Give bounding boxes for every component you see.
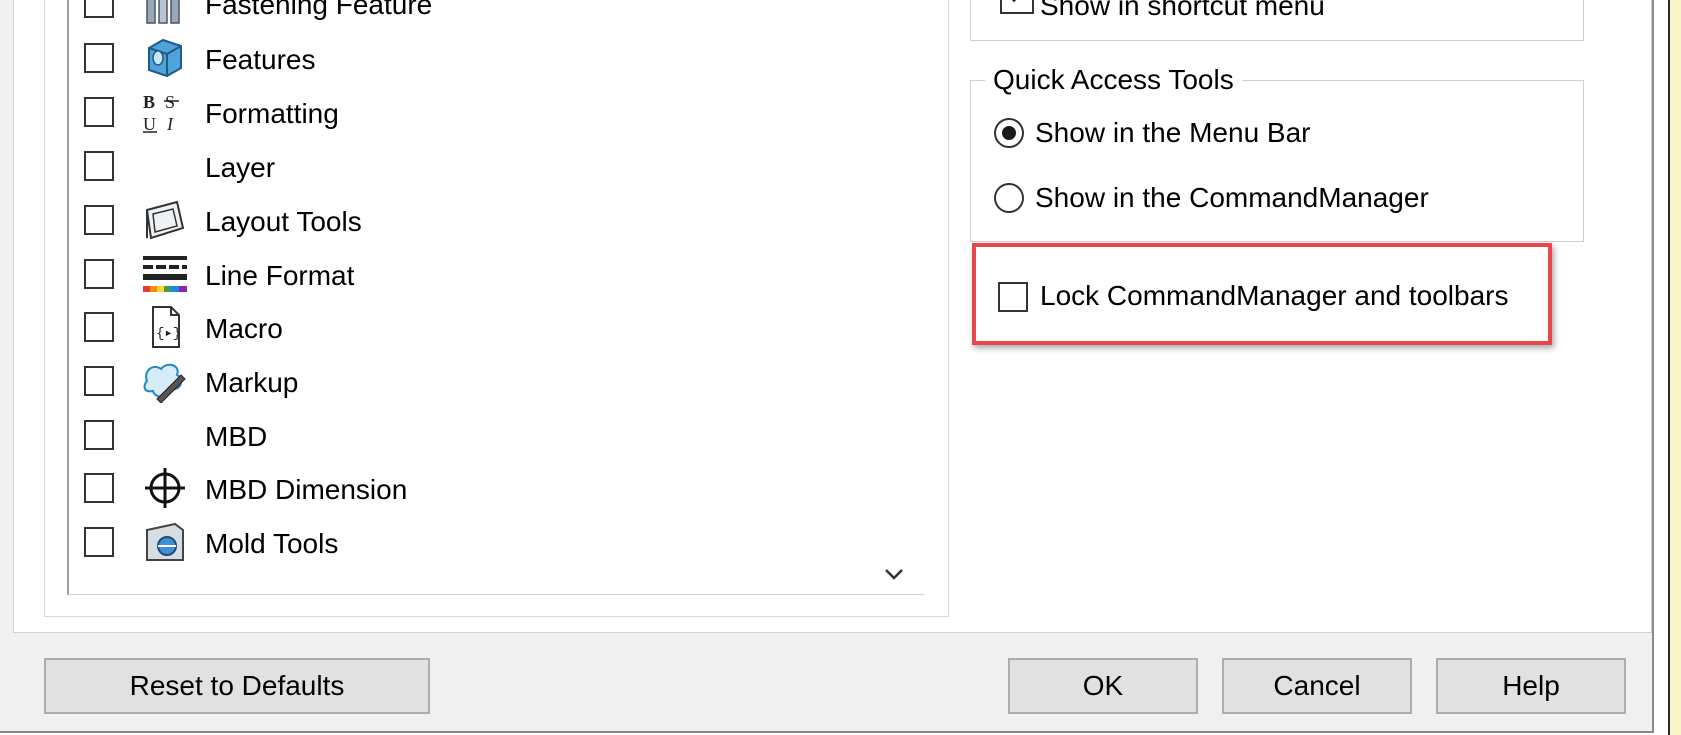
line-format-icon <box>143 256 187 292</box>
radio-label-menu-bar: Show in the Menu Bar <box>1035 117 1311 148</box>
scroll-down-icon[interactable] <box>880 560 908 588</box>
toolbar-item-mbd-dimension[interactable]: MBD Dimension <box>69 463 869 513</box>
reset-to-defaults-button[interactable]: Reset to Defaults <box>44 658 430 714</box>
toolbar-item-mbd[interactable]: MBD <box>69 410 869 460</box>
toolbar-checkbox[interactable] <box>84 527 114 557</box>
layout-tools-icon <box>145 200 185 240</box>
toolbar-item-macro[interactable]: {▸} Macro <box>69 302 869 352</box>
checkmark-icon <box>1012 0 1017 3</box>
toolbar-item-label: Layout Tools <box>205 206 362 237</box>
toolbar-item-label: Layer <box>205 152 276 183</box>
svg-text:{▸}: {▸} <box>156 326 181 342</box>
radio-label-commandmanager: Show in the CommandManager <box>1035 182 1429 213</box>
ok-button[interactable]: OK <box>1008 658 1198 714</box>
toolbar-item-features[interactable]: Features <box>69 33 869 83</box>
toolbar-item-layout-tools[interactable]: Layout Tools <box>69 195 869 245</box>
toolbar-checkbox[interactable] <box>84 205 114 235</box>
mold-tools-icon <box>146 522 184 561</box>
svg-text:U: U <box>143 114 156 134</box>
toolbar-item-label: MBD Dimension <box>205 474 408 505</box>
toolbar-checkbox[interactable] <box>84 366 114 396</box>
shortcut-menu-label: Show in shortcut menu <box>1040 0 1325 21</box>
quick-access-tools-group <box>970 80 1584 242</box>
lock-commandmanager-label: Lock CommandManager and toolbars <box>1040 280 1509 311</box>
toolbar-item-label: Macro <box>205 313 283 344</box>
toolbar-item-label: MBD <box>205 421 268 452</box>
mbd-dimension-icon <box>145 468 185 508</box>
radio-show-in-commandmanager[interactable] <box>994 183 1024 213</box>
toolbar-item-formatting[interactable]: B S U I Formatting <box>69 87 869 137</box>
toolbar-checkbox[interactable] <box>84 0 114 18</box>
toolbar-checkbox[interactable] <box>84 97 114 127</box>
svg-text:I: I <box>166 114 174 134</box>
shortcut-menu-checkbox[interactable] <box>1000 0 1034 14</box>
background-window-edge <box>1668 0 1681 735</box>
toolbar-item-label: Formatting <box>205 98 339 129</box>
macro-icon: {▸} <box>152 306 181 348</box>
svg-text:S: S <box>165 92 175 112</box>
toolbar-item-markup[interactable]: Markup <box>69 356 869 406</box>
toolbar-checkbox[interactable] <box>84 259 114 289</box>
radio-show-in-menu-bar[interactable] <box>994 118 1024 148</box>
quick-access-tools-legend: Quick Access Tools <box>985 64 1242 96</box>
toolbar-item-label: Markup <box>205 367 299 398</box>
cancel-button[interactable]: Cancel <box>1222 658 1412 714</box>
toolbar-item-label: Fastening Feature <box>205 0 433 20</box>
toolbar-item-fastening-feature[interactable]: Fastening Feature <box>69 0 869 28</box>
toolbar-item-layer[interactable]: Layer <box>69 141 869 191</box>
lock-commandmanager-checkbox[interactable] <box>998 282 1028 312</box>
toolbar-item-label: Features <box>205 44 316 75</box>
toolbar-item-mold-tools[interactable]: Mold Tools <box>69 517 869 567</box>
features-icon <box>148 38 182 78</box>
toolbar-item-label: Line Format <box>205 260 355 291</box>
fastening-feature-icon <box>146 0 180 24</box>
toolbar-checkbox[interactable] <box>84 312 114 342</box>
formatting-icon: B S U I <box>143 92 179 134</box>
toolbar-list[interactable]: Fastening Feature Features B S U I Forma… <box>67 0 924 595</box>
help-button[interactable]: Help <box>1436 658 1626 714</box>
toolbar-item-label: Mold Tools <box>205 528 339 559</box>
toolbar-checkbox[interactable] <box>84 473 114 503</box>
toolbar-checkbox[interactable] <box>84 43 114 73</box>
svg-text:B: B <box>143 92 155 112</box>
toolbar-checkbox[interactable] <box>84 151 114 181</box>
toolbar-item-line-format[interactable]: Line Format <box>69 249 869 299</box>
toolbar-checkbox[interactable] <box>84 420 114 450</box>
markup-icon <box>143 363 186 403</box>
